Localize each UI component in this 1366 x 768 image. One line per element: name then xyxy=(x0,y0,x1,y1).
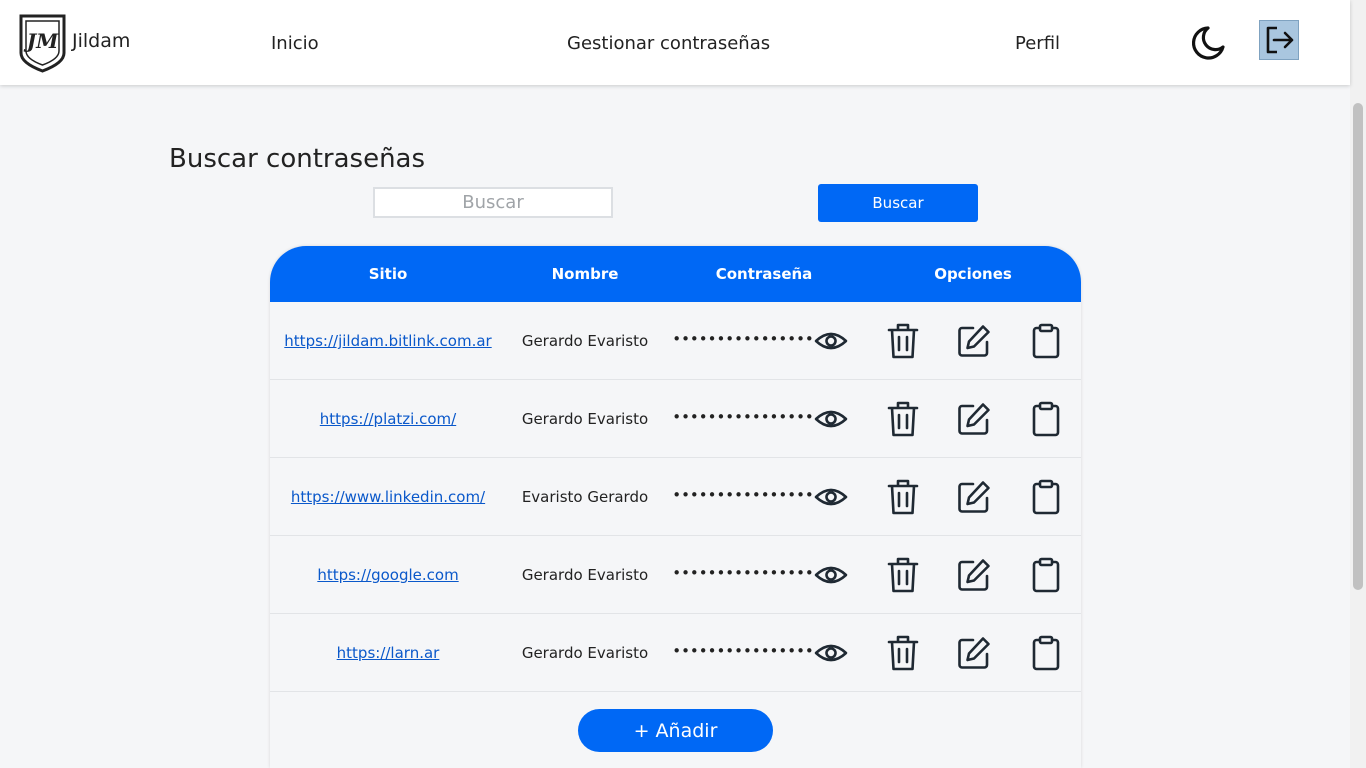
navbar: JM Jildam Inicio Gestionar contraseñas P… xyxy=(0,0,1350,85)
nav-link-inicio[interactable]: Inicio xyxy=(271,33,319,54)
eye-icon xyxy=(814,566,848,584)
delete-button[interactable] xyxy=(883,555,923,595)
column-header-contrasena: Contraseña xyxy=(715,265,813,283)
passwords-table: Sitio Nombre Contraseña Opciones https:/… xyxy=(270,246,1081,768)
brand-name[interactable]: Jildam xyxy=(72,30,130,52)
edit-button[interactable] xyxy=(954,555,994,595)
logo-text: JM xyxy=(23,29,59,53)
site-link[interactable]: https://larn.ar xyxy=(337,644,440,662)
trash-icon xyxy=(887,323,919,359)
user-name: Gerardo Evaristo xyxy=(521,332,649,350)
scrollbar-thumb[interactable] xyxy=(1353,103,1363,590)
delete-button[interactable] xyxy=(883,633,923,673)
page-title: Buscar contraseñas xyxy=(169,144,426,174)
edit-button[interactable] xyxy=(954,477,994,517)
site-link[interactable]: https://www.linkedin.com/ xyxy=(291,488,485,506)
password-hidden: •••••••••••••••• xyxy=(672,642,814,660)
eye-icon xyxy=(814,488,848,506)
show-password-button[interactable] xyxy=(811,477,851,517)
search-button[interactable]: Buscar xyxy=(818,184,978,222)
delete-button[interactable] xyxy=(883,321,923,361)
delete-button[interactable] xyxy=(883,399,923,439)
add-password-button[interactable]: + Añadir xyxy=(578,709,773,752)
edit-button[interactable] xyxy=(954,633,994,673)
edit-icon xyxy=(958,403,990,435)
clipboard-icon xyxy=(1032,479,1060,515)
search-input[interactable] xyxy=(373,187,613,218)
table-footer: + Añadir xyxy=(270,692,1081,768)
copy-button[interactable] xyxy=(1026,555,1066,595)
copy-button[interactable] xyxy=(1026,399,1066,439)
logout-icon xyxy=(1266,26,1294,54)
edit-icon xyxy=(958,559,990,591)
user-name: Evaristo Gerardo xyxy=(521,488,649,506)
trash-icon xyxy=(887,557,919,593)
moon-icon[interactable] xyxy=(1186,22,1228,64)
site-link[interactable]: https://platzi.com/ xyxy=(320,410,456,428)
table-row: https://larn.ar Gerardo Evaristo •••••••… xyxy=(270,614,1081,692)
clipboard-icon xyxy=(1032,323,1060,359)
nav-link-gestionar[interactable]: Gestionar contraseñas xyxy=(567,33,770,54)
eye-icon xyxy=(814,410,848,428)
logout-button[interactable] xyxy=(1259,20,1299,60)
password-hidden: •••••••••••••••• xyxy=(672,486,814,504)
logo-shield-icon[interactable]: JM xyxy=(18,13,67,73)
show-password-button[interactable] xyxy=(811,633,851,673)
eye-icon xyxy=(814,644,848,662)
table-row: https://google.com Gerardo Evaristo ••••… xyxy=(270,536,1081,614)
password-hidden: •••••••••••••••• xyxy=(672,408,814,426)
edit-icon xyxy=(958,481,990,513)
trash-icon xyxy=(887,635,919,671)
site-link[interactable]: https://jildam.bitlink.com.ar xyxy=(284,332,491,350)
trash-icon xyxy=(887,479,919,515)
edit-icon xyxy=(958,637,990,669)
table-header: Sitio Nombre Contraseña Opciones xyxy=(270,246,1081,302)
edit-button[interactable] xyxy=(954,399,994,439)
clipboard-icon xyxy=(1032,635,1060,671)
edit-icon xyxy=(958,325,990,357)
delete-button[interactable] xyxy=(883,477,923,517)
column-header-nombre: Nombre xyxy=(551,265,619,283)
password-hidden: •••••••••••••••• xyxy=(672,330,814,348)
user-name: Gerardo Evaristo xyxy=(521,644,649,662)
copy-button[interactable] xyxy=(1026,321,1066,361)
copy-button[interactable] xyxy=(1026,477,1066,517)
show-password-button[interactable] xyxy=(811,555,851,595)
eye-icon xyxy=(814,332,848,350)
column-header-sitio: Sitio xyxy=(368,265,408,283)
password-hidden: •••••••••••••••• xyxy=(672,564,814,582)
table-row: https://www.linkedin.com/ Evaristo Gerar… xyxy=(270,458,1081,536)
nav-link-perfil[interactable]: Perfil xyxy=(1015,33,1060,54)
show-password-button[interactable] xyxy=(811,321,851,361)
site-link[interactable]: https://google.com xyxy=(317,566,458,584)
clipboard-icon xyxy=(1032,557,1060,593)
clipboard-icon xyxy=(1032,401,1060,437)
table-row: https://jildam.bitlink.com.ar Gerardo Ev… xyxy=(270,302,1081,380)
column-header-opciones: Opciones xyxy=(934,265,1012,283)
show-password-button[interactable] xyxy=(811,399,851,439)
table-row: https://platzi.com/ Gerardo Evaristo •••… xyxy=(270,380,1081,458)
user-name: Gerardo Evaristo xyxy=(521,566,649,584)
user-name: Gerardo Evaristo xyxy=(521,410,649,428)
copy-button[interactable] xyxy=(1026,633,1066,673)
edit-button[interactable] xyxy=(954,321,994,361)
trash-icon xyxy=(887,401,919,437)
